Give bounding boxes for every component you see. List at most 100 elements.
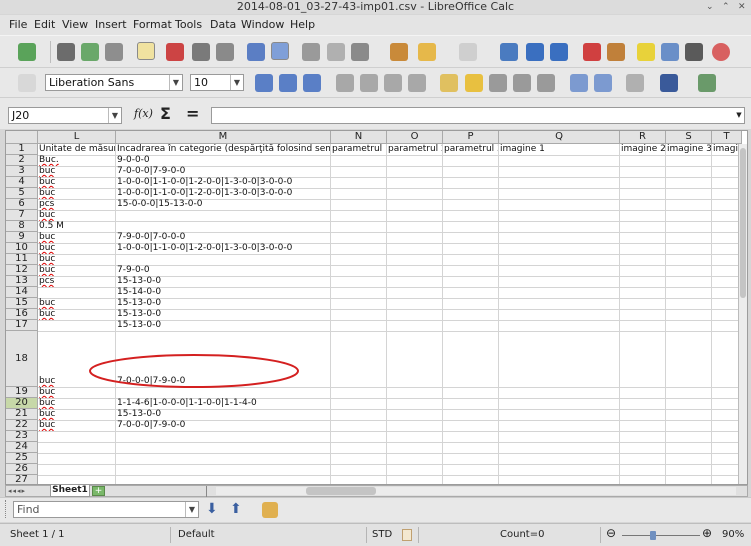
cell-m9[interactable]: 7-9-0-0|7-0-0-0 — [116, 232, 330, 243]
cut-icon[interactable] — [302, 43, 320, 61]
column-header-o[interactable]: O — [387, 131, 443, 144]
cell-l19[interactable]: buc — [38, 387, 115, 398]
chevron-down-icon[interactable]: ▼ — [169, 75, 182, 90]
page-style[interactable]: Default — [178, 529, 215, 541]
print-preview-icon[interactable] — [216, 43, 234, 61]
copy-icon[interactable] — [327, 43, 345, 61]
column-header-p[interactable]: P — [443, 131, 499, 144]
zoom-level[interactable]: 90% — [722, 529, 744, 541]
undo-icon[interactable] — [418, 43, 436, 61]
column-header-m[interactable]: M — [116, 131, 331, 144]
bold-icon[interactable] — [255, 74, 273, 92]
selection-mode[interactable]: STD — [372, 529, 392, 541]
align-center-icon[interactable] — [360, 74, 378, 92]
row-header[interactable]: 18 — [6, 331, 38, 387]
menu-format[interactable]: Format — [133, 18, 172, 32]
find-next-icon[interactable]: ⬇ — [206, 501, 218, 517]
minimize-button[interactable]: ⌄ — [706, 0, 714, 14]
zoom-out-icon[interactable]: ⊖ — [606, 527, 616, 539]
justify-icon[interactable] — [408, 74, 426, 92]
function-wizard-icon[interactable]: f(x) — [134, 107, 153, 120]
cell-l7[interactable]: buc — [38, 210, 115, 221]
cell-p1[interactable]: parametrul 3 — [443, 144, 498, 155]
cell-l16[interactable]: buc — [38, 309, 115, 320]
insert-chart-icon[interactable] — [583, 43, 601, 61]
open-folder-icon[interactable] — [57, 43, 75, 61]
sort-descending-icon[interactable] — [550, 43, 568, 61]
styles-icon[interactable] — [18, 74, 36, 92]
cell-m12[interactable]: 7-9-0-0 — [116, 265, 330, 276]
scrollbar-thumb[interactable] — [740, 148, 746, 298]
cell-m21[interactable]: 15-13-0-0 — [116, 409, 330, 420]
zoom-slider-thumb[interactable] — [650, 531, 656, 540]
cell-m5[interactable]: 1-0-0-0|1-1-0-0|1-2-0-0|1-3-0-0|3-0-0-0 — [116, 188, 330, 199]
cell-l10[interactable]: buc — [38, 243, 115, 254]
cell-l9[interactable]: buc — [38, 232, 115, 243]
cell-q1[interactable]: imagine 1 — [499, 144, 619, 155]
tab-nav-icon[interactable]: ◂◂◂▸ — [8, 486, 26, 496]
print-icon[interactable] — [192, 43, 210, 61]
merge-cells-icon[interactable] — [440, 74, 458, 92]
row-header[interactable]: 17 — [6, 320, 38, 331]
cell-n1[interactable]: parametrul 1 — [331, 144, 386, 155]
increase-indent-icon[interactable] — [594, 74, 612, 92]
cell-l3[interactable]: buc — [38, 166, 115, 177]
decrease-indent-icon[interactable] — [570, 74, 588, 92]
cell-m2[interactable]: 9-0-0-0 — [116, 155, 330, 166]
export-pdf-icon[interactable] — [166, 43, 184, 61]
font-name-select[interactable]: Liberation Sans ▼ — [45, 74, 183, 91]
close-button[interactable]: ✕ — [738, 0, 746, 14]
cell-l6[interactable]: pcs — [38, 199, 115, 210]
row-header[interactable]: 27 — [6, 475, 38, 484]
menu-data[interactable]: Data — [210, 18, 236, 32]
cell-t1[interactable]: imagin — [712, 144, 740, 155]
email-icon[interactable] — [105, 43, 123, 61]
cell-l13[interactable]: pcs — [38, 276, 115, 287]
cell-l1[interactable]: Unitate de măsură — [38, 144, 115, 155]
cell-m15[interactable]: 15-13-0-0 — [116, 298, 330, 309]
sort-ascending-icon[interactable] — [526, 43, 544, 61]
cell-m16[interactable]: 15-13-0-0 — [116, 309, 330, 320]
align-right-icon[interactable] — [384, 74, 402, 92]
tab-divider[interactable] — [206, 486, 207, 497]
cell-l21[interactable]: buc — [38, 409, 115, 420]
horizontal-scrollbar[interactable] — [216, 487, 736, 495]
cell-r1[interactable]: imagine 2 — [620, 144, 665, 155]
help-icon[interactable] — [712, 43, 730, 61]
column-header-n[interactable]: N — [331, 131, 387, 144]
star-icon[interactable] — [637, 43, 655, 61]
column-header-t[interactable]: T — [712, 131, 742, 144]
gallery-icon[interactable] — [661, 43, 679, 61]
cell-l2[interactable]: Buc. — [38, 155, 115, 166]
data-sources-icon[interactable] — [685, 43, 703, 61]
expand-icon[interactable]: ▼ — [734, 108, 744, 123]
chevron-down-icon[interactable]: ▼ — [230, 75, 243, 90]
cell-o1[interactable]: parametrul 2 — [387, 144, 442, 155]
redo-icon[interactable] — [459, 43, 477, 61]
cell-m6[interactable]: 15-0-0-0|15-13-0-0 — [116, 199, 330, 210]
cell-l8[interactable]: 0.5 M — [38, 221, 115, 232]
cell-m10[interactable]: 1-0-0-0|1-1-0-0|1-2-0-0|1-3-0-0|3-0-0-0 — [116, 243, 330, 254]
column-header-q[interactable]: Q — [499, 131, 620, 144]
zoom-in-icon[interactable]: ⊕ — [702, 527, 712, 539]
font-color-icon[interactable] — [698, 74, 716, 92]
column-header-l[interactable]: L — [38, 131, 116, 144]
menu-file[interactable]: File — [9, 18, 27, 32]
find-replace-icon[interactable] — [262, 502, 278, 518]
chevron-down-icon[interactable]: ▼ — [185, 502, 198, 517]
find-previous-icon[interactable]: ⬆ — [230, 501, 242, 517]
formula-input[interactable]: ▼ — [211, 107, 745, 124]
maximize-button[interactable]: ⌃ — [722, 0, 730, 14]
currency-format-icon[interactable] — [465, 74, 483, 92]
spellcheck-icon[interactable] — [247, 43, 265, 61]
sum-icon[interactable]: Σ — [160, 104, 171, 123]
name-box[interactable]: J20 ▼ — [8, 107, 122, 124]
menu-window[interactable]: Window — [241, 18, 284, 32]
cell-l20[interactable]: buc — [38, 398, 115, 409]
borders-icon[interactable] — [626, 74, 644, 92]
underline-icon[interactable] — [303, 74, 321, 92]
auto-spellcheck-icon[interactable] — [271, 42, 289, 60]
cell-m13[interactable]: 15-13-0-0 — [116, 276, 330, 287]
cell-m4[interactable]: 1-0-0-0|1-1-0-0|1-2-0-0|1-3-0-0|3-0-0-0 — [116, 177, 330, 188]
cell-m1[interactable]: Încadrarea în categorie (despărţită folo… — [116, 144, 330, 155]
